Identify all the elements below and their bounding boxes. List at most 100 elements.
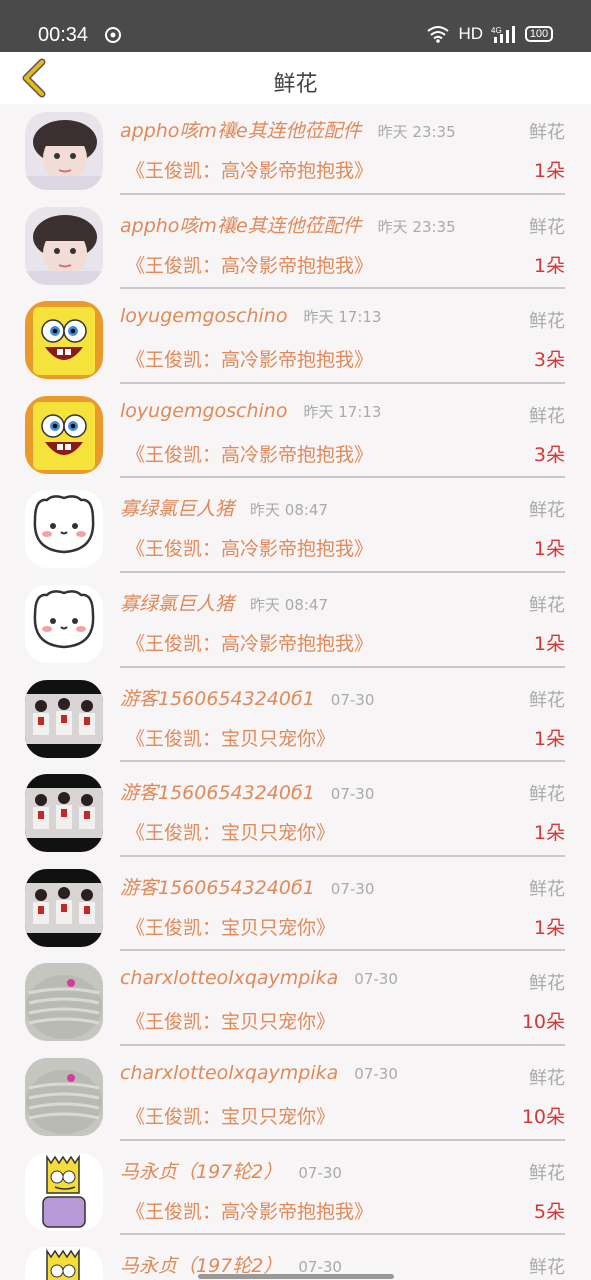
- sender-name[interactable]: appho咳m禳e其连他莅配件: [120, 116, 362, 143]
- list-item[interactable]: 游客15606543240б1 07-30 鲜花《王俊凯：宝贝只宠你》 1朵: [0, 766, 591, 861]
- divider: [120, 1043, 565, 1046]
- avatar[interactable]: [25, 1247, 103, 1280]
- sender-name[interactable]: charxlotteolxqaympika: [120, 1062, 338, 1084]
- avatar[interactable]: [25, 206, 103, 285]
- sender-name[interactable]: 寡绿氯巨人猪: [120, 589, 234, 616]
- status-indicators: HD 4G 100: [426, 24, 553, 44]
- avatar[interactable]: [25, 112, 103, 190]
- gift-count: 3朵: [533, 443, 565, 466]
- list-item[interactable]: 寡绿氯巨人猪 昨天 08:47 鲜花《王俊凯：高冷影帝抱抱我》 1朵: [0, 577, 591, 672]
- gift-target: 《王俊凯：高冷影帝抱抱我》: [126, 538, 374, 561]
- send-time: 07-30: [354, 1064, 398, 1083]
- wifi-icon: [427, 26, 450, 43]
- sender-line: 寡绿氯巨人猪 昨天 08:47 鲜花: [120, 589, 565, 619]
- sender-line: 寡绿氯巨人猪 昨天 08:47 鲜花: [120, 494, 565, 524]
- battery-icon: 100: [525, 26, 553, 42]
- sender-name[interactable]: 游客15606543240б1: [120, 873, 315, 900]
- list-item[interactable]: 寡绿氯巨人猪 昨天 08:47 鲜花《王俊凯：高冷影帝抱抱我》 1朵: [0, 482, 591, 577]
- divider: [120, 665, 565, 668]
- sender-line: appho咳m禳e其连他莅配件 昨天 23:35 鲜花: [120, 116, 565, 146]
- avatar[interactable]: [25, 963, 103, 1042]
- page-title: 鲜花: [273, 72, 318, 97]
- list-item[interactable]: 游客15606543240б1 07-30 鲜花《王俊凯：宝贝只宠你》 1朵: [0, 672, 591, 767]
- gift-line: 《王俊凯：宝贝只宠你》 1朵: [120, 913, 565, 943]
- gift-count: 1朵: [533, 632, 565, 655]
- status-bar: 00:34 HD 4G 100: [0, 0, 591, 52]
- sender-line: loyugemgoschino 昨天 17:13 鲜花: [120, 305, 565, 335]
- divider: [120, 949, 565, 952]
- gift-target: 《王俊凯：高冷影帝抱抱我》: [126, 160, 374, 182]
- sender-name[interactable]: 游客15606543240б1: [120, 778, 315, 805]
- avatar[interactable]: [25, 1057, 103, 1136]
- gift-target: 《王俊凯：宝贝只宠你》: [126, 822, 336, 845]
- divider: [120, 192, 565, 195]
- avatar[interactable]: [25, 774, 103, 853]
- sender-line: 游客15606543240б1 07-30 鲜花: [120, 873, 565, 903]
- gift-kind: 鲜花: [529, 689, 565, 711]
- send-time: 07-30: [330, 785, 375, 804]
- gift-line: 《王俊凯：高冷影帝抱抱我》 1朵: [120, 156, 565, 186]
- gift-target: 《王俊凯：宝贝只宠你》: [126, 727, 336, 750]
- avatar[interactable]: [25, 584, 103, 663]
- sender-line: 游客15606543240б1 07-30 鲜花: [120, 778, 565, 808]
- gift-line: 《王俊凯：宝贝只宠你》 1朵: [120, 818, 565, 848]
- divider: [120, 570, 565, 573]
- gift-kind: 鲜花: [529, 973, 565, 995]
- list-item[interactable]: loyugemgoschino 昨天 17:13 鲜花《王俊凯：高冷影帝抱抱我》 3朵: [0, 388, 591, 483]
- sender-line: charxlotteolxqaympika 07-30 鲜花: [120, 1062, 565, 1092]
- gift-kind: 鲜花: [529, 1067, 565, 1089]
- sender-name[interactable]: appho咳m禳e其连他莅配件: [120, 211, 362, 238]
- send-time: 07-30: [354, 970, 398, 989]
- avatar[interactable]: [25, 1152, 103, 1231]
- gift-target: 《王俊凯：高冷影帝抱抱我》: [126, 254, 374, 277]
- divider: [120, 1138, 565, 1141]
- gift-target: 《王俊凯：宝贝只宠你》: [126, 1105, 336, 1128]
- list-item[interactable]: loyugemgoschino 昨天 17:13 鲜花 《王俊凯：高冷影帝抱抱我》 3朵: [0, 293, 591, 388]
- list-item[interactable]: 马永贞（197轮2） 07-30 鲜花 《王俊凯：高冷影帝抱抱我》 5朵: [0, 1145, 591, 1240]
- gift-kind: 鲜花: [529, 405, 565, 427]
- list-item[interactable]: 游客15606543240б1 07-30 鲜花 《王俊凯：宝贝只宠你》 1朵: [0, 861, 591, 956]
- divider: [120, 287, 565, 290]
- gift-line: 《王俊凯：高冷影帝抱抱我》 1朵: [120, 534, 565, 564]
- send-time: 07-30: [330, 690, 375, 709]
- gift-kind: 鲜花: [529, 1257, 565, 1279]
- sender-line: loyugemgoschino 昨天 17:13 鲜花: [120, 400, 565, 430]
- list-item[interactable]: appho咳m禳e其连他莅配件 昨天 23:35 鲜花 《王俊凯：高冷影帝抱抱我》 1朵: [0, 199, 591, 294]
- gift-count: 1朵: [533, 727, 565, 750]
- list-item[interactable]: charxlotteolxqaympika 07-30 鲜花 《王俊凯：宝贝只宠你》 1…: [0, 955, 591, 1050]
- send-time: 昨天 23:35: [377, 123, 456, 141]
- gift-kind: 鲜花: [529, 784, 565, 806]
- home-indicator[interactable]: [198, 1274, 394, 1279]
- sender-line: charxlotteolxqaympika 07-30 鲜花: [120, 967, 565, 997]
- sender-name[interactable]: charxlotteolxqaympika: [120, 967, 338, 989]
- nav-bar: 鲜花: [0, 52, 591, 104]
- sender-name[interactable]: 游客15606543240б1: [120, 684, 315, 711]
- sender-line: 游客15606543240б1 07-30 鲜花: [120, 684, 565, 714]
- sender-name[interactable]: loyugemgoschino: [120, 400, 287, 422]
- list-item[interactable]: appho咳m禳e其连他莅配件 昨天 23:35 鲜花 《王俊凯：高冷影帝抱抱我》 1朵: [0, 104, 591, 199]
- status-time: 00:34: [38, 24, 89, 46]
- avatar[interactable]: [25, 395, 103, 474]
- gift-target: 《王俊凯：宝贝只宠你》: [126, 916, 336, 939]
- sender-name[interactable]: 马永贞（197轮2）: [120, 1157, 282, 1184]
- avatar[interactable]: [25, 490, 103, 569]
- send-time: 昨天 17:13: [303, 402, 382, 421]
- send-time: 昨天 08:47: [250, 595, 329, 614]
- gift-kind: 鲜花: [529, 1162, 565, 1184]
- avatar[interactable]: [25, 679, 103, 758]
- gift-count: 10朵: [521, 1011, 565, 1034]
- list-item[interactable]: charxlotteolxqaympika 07-30 鲜花《王俊凯：宝贝只宠你》 1…: [0, 1050, 591, 1145]
- avatar[interactable]: [25, 868, 103, 947]
- signal-4g-icon: 4G: [491, 26, 515, 43]
- gift-count: 1朵: [533, 538, 565, 561]
- send-time: 昨天 17:13: [303, 308, 382, 327]
- send-time: 昨天 08:47: [250, 501, 329, 520]
- sender-name[interactable]: 寡绿氯巨人猪: [120, 494, 234, 521]
- gift-line: 《王俊凯：宝贝只宠你》 10朵: [120, 1102, 565, 1132]
- gift-target: 《王俊凯：高冷影帝抱抱我》: [126, 632, 374, 655]
- gift-kind: 鲜花: [529, 594, 565, 616]
- avatar[interactable]: [25, 301, 103, 380]
- send-time: 07-30: [330, 879, 375, 898]
- gift-target: 《王俊凯：高冷影帝抱抱我》: [126, 443, 374, 466]
- sender-name[interactable]: loyugemgoschino: [120, 305, 287, 327]
